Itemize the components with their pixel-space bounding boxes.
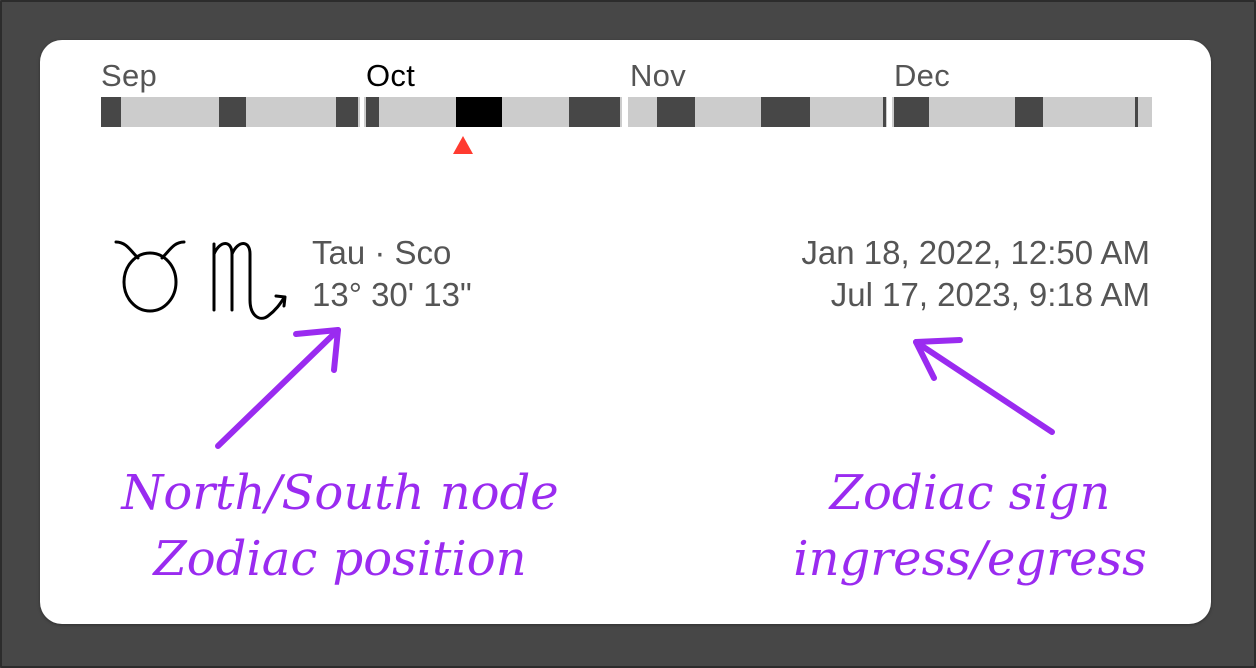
left-annotation-line2: Zodiac position	[153, 531, 527, 587]
timeline-segment	[1015, 97, 1043, 127]
timeline-segment	[883, 97, 886, 127]
egress-date: Jul 17, 2023, 9:18 AM	[830, 276, 1150, 313]
right-annotation: Zodiac sign ingress/egress	[740, 460, 1200, 592]
timeline-segment	[761, 97, 810, 127]
month-timeline[interactable]	[101, 97, 1152, 127]
month-label-sep: Sep	[101, 58, 158, 93]
timeline-segment	[657, 97, 695, 127]
timeline-segment	[336, 97, 358, 127]
timeline-segment	[894, 97, 929, 127]
timeline-segment-current	[456, 97, 502, 127]
month-label-dec: Dec	[894, 58, 951, 93]
timeline-segment	[1135, 97, 1138, 127]
month-divider	[622, 97, 628, 127]
timeline-segment	[366, 97, 379, 127]
month-label-nov: Nov	[630, 58, 687, 93]
scorpio-icon	[212, 242, 287, 320]
timeline-segment	[101, 97, 121, 127]
taurus-icon	[114, 240, 186, 313]
right-annotation-line2: ingress/egress	[793, 531, 1147, 587]
current-date-marker-icon	[453, 136, 473, 154]
month-label-oct: Oct	[366, 58, 416, 93]
node-position: 13° 30' 13"	[312, 276, 472, 313]
timeline-segment	[219, 97, 246, 127]
node-signs: Tau · Sco	[312, 234, 452, 271]
month-divider	[887, 97, 892, 127]
left-annotation-line1: North/South node	[121, 465, 559, 521]
month-divider	[360, 97, 364, 127]
right-annotation-line1: Zodiac sign	[829, 465, 1111, 521]
timeline-segment	[569, 97, 620, 127]
ingress-date: Jan 18, 2022, 12:50 AM	[801, 234, 1150, 271]
left-annotation: North/South node Zodiac position	[60, 460, 620, 592]
ingress-egress-dates: Jan 18, 2022, 12:50 AM Jul 17, 2023, 9:1…	[801, 232, 1150, 316]
